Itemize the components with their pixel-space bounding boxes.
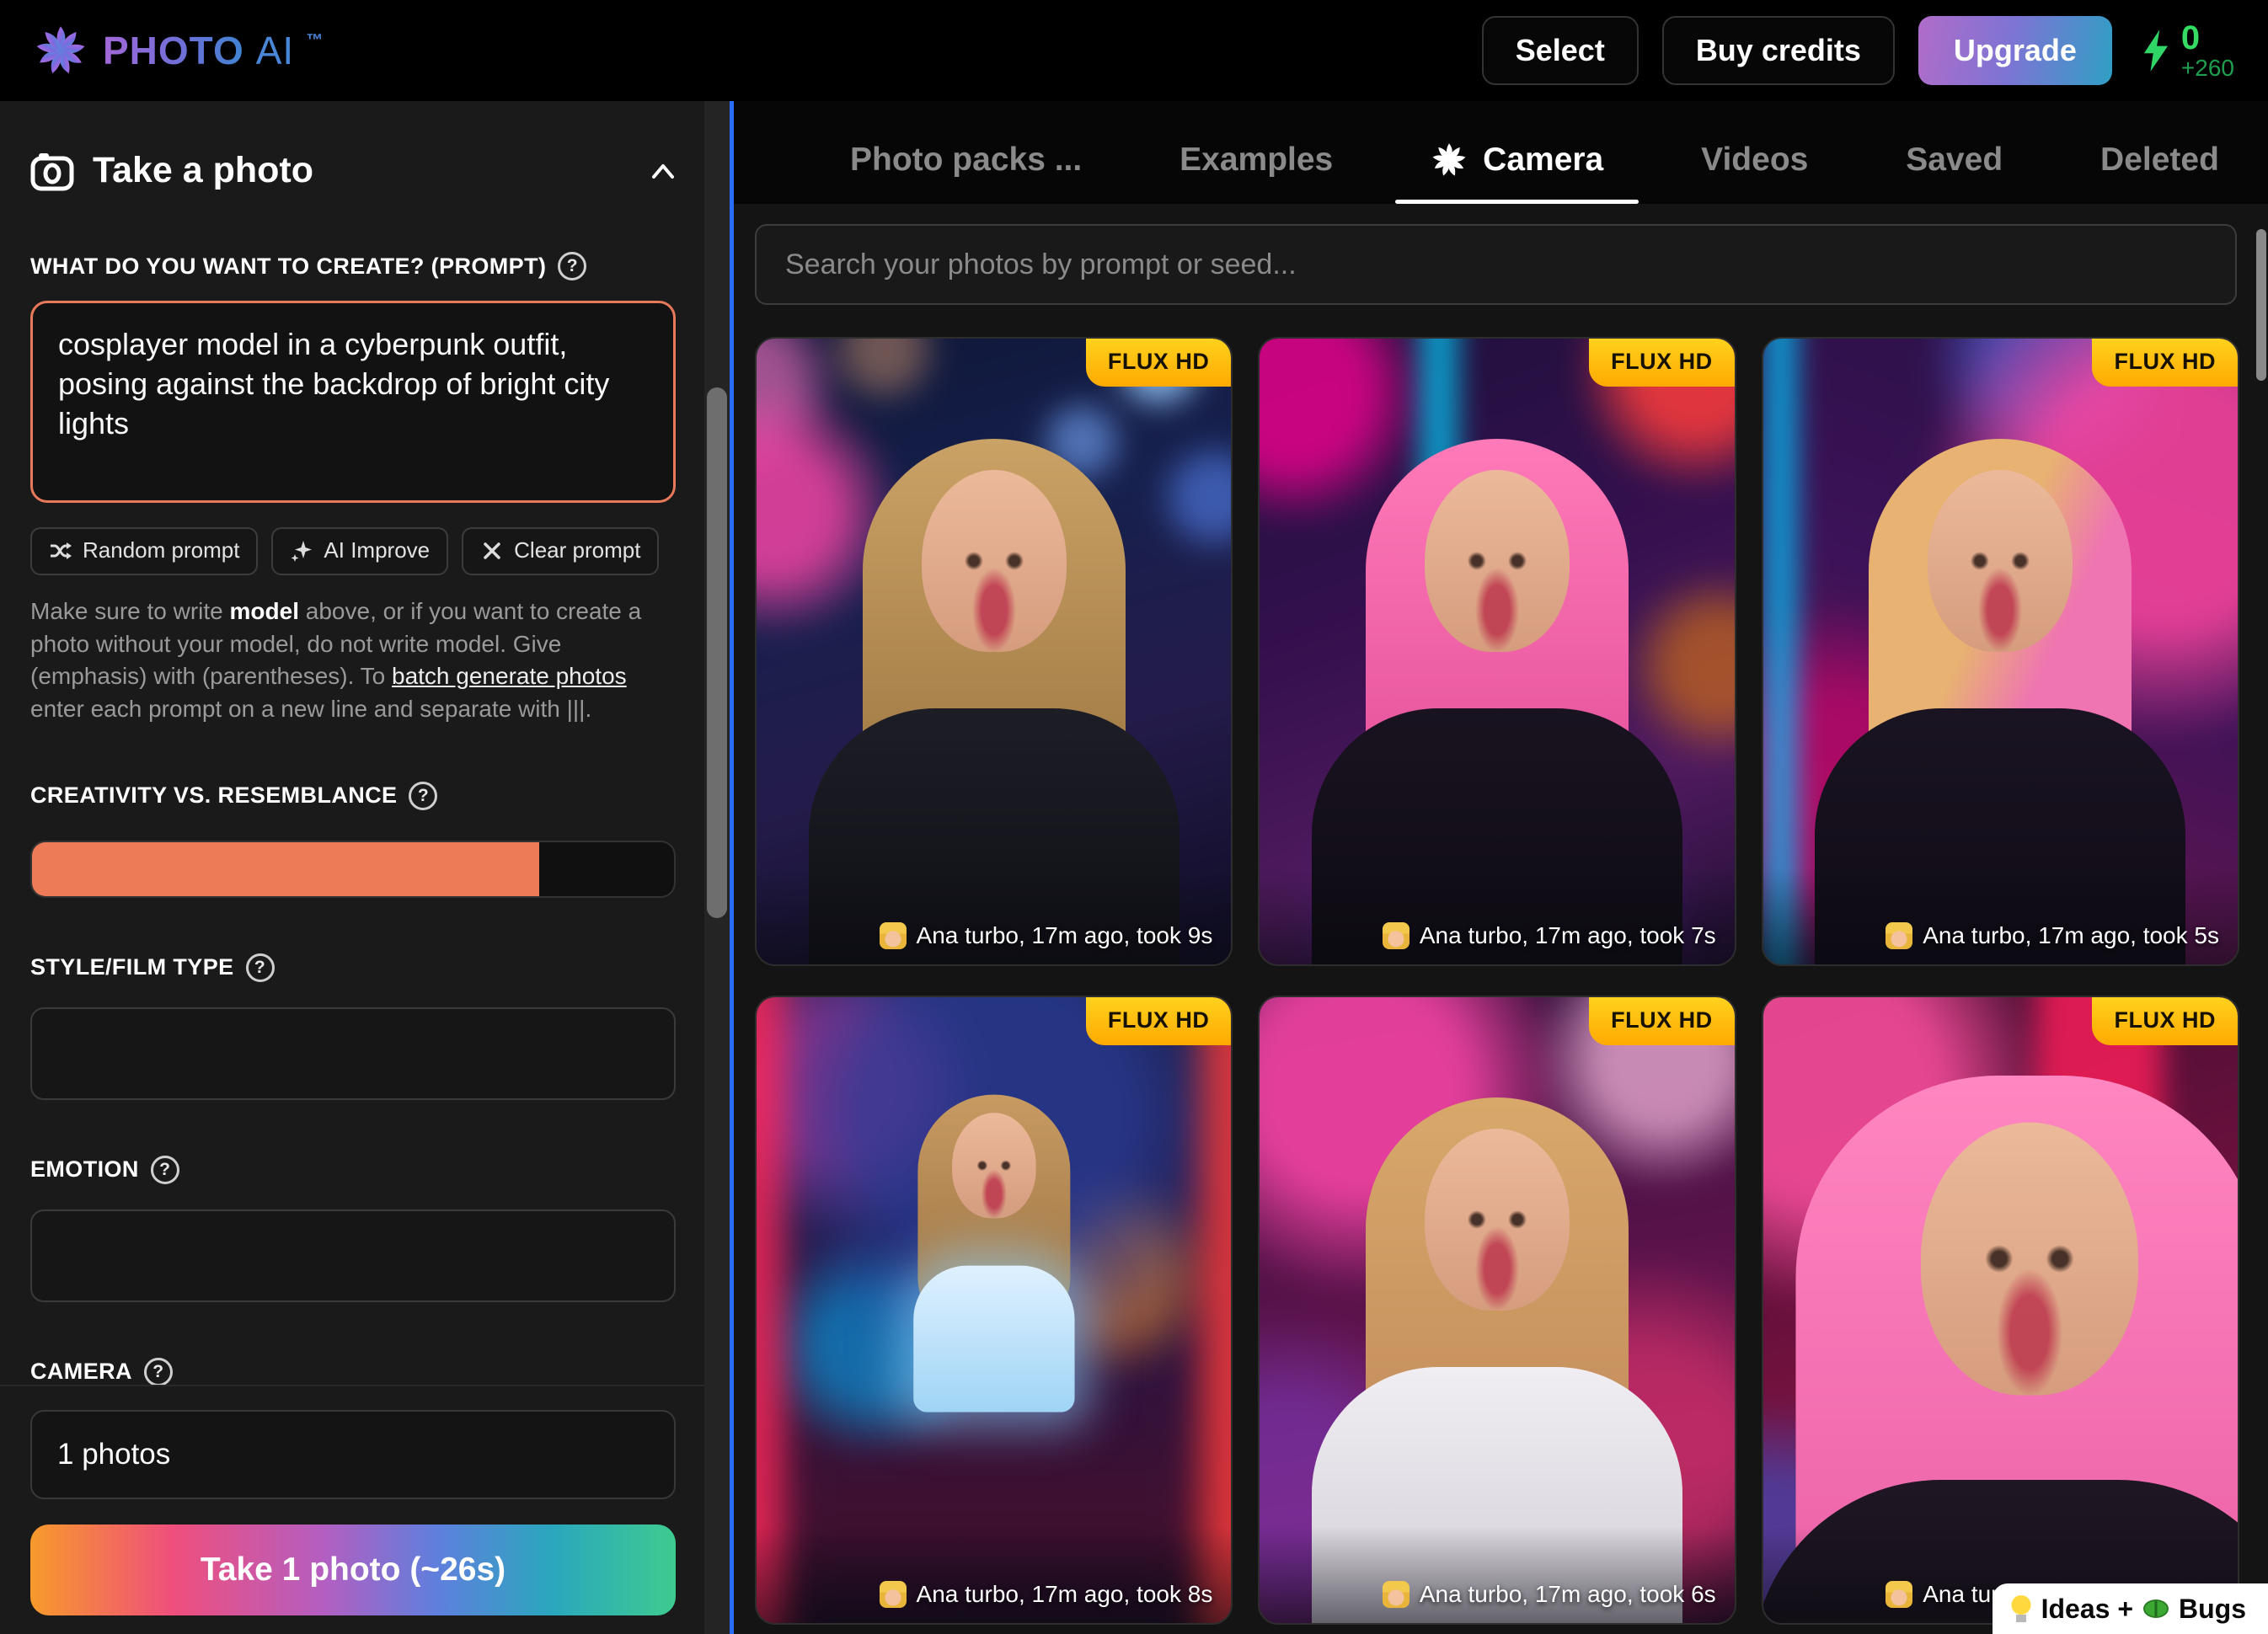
model-avatar-icon	[880, 1581, 907, 1608]
swirl-logo-icon	[34, 24, 88, 77]
flux-hd-badge: FLUX HD	[2092, 997, 2238, 1045]
lightbulb-icon	[2011, 1595, 2031, 1622]
lightning-bolt-icon	[2141, 29, 2171, 72]
clear-prompt-button[interactable]: Clear prompt	[462, 527, 659, 575]
shuffle-icon	[49, 539, 72, 563]
take-photo-button[interactable]: Take 1 photo (~26s)	[30, 1525, 676, 1615]
tab-deleted[interactable]: Deleted	[2100, 116, 2219, 204]
photoai-logo[interactable]: PHOTO AI ™	[34, 24, 324, 77]
flux-hd-badge: FLUX HD	[1589, 997, 1735, 1045]
creativity-help-icon[interactable]: ?	[409, 782, 437, 810]
take-photo-sidebar: Take a photo WHAT DO YOU WANT TO CREATE?…	[0, 101, 706, 1634]
random-prompt-button[interactable]: Random prompt	[30, 527, 258, 575]
photo-grid: FLUX HD Ana turbo, 17m ago, took 9s FLUX…	[755, 337, 2239, 1625]
logo-word-photo: PHOTO	[103, 28, 244, 73]
logo-trademark: ™	[306, 31, 324, 51]
batch-generate-link[interactable]: batch generate photos	[392, 663, 627, 689]
photo-card[interactable]: FLUX HD Ana turbo, 17m ago, took 7s	[1258, 337, 1736, 966]
credits-bonus: +260	[2181, 56, 2234, 80]
search-bar	[755, 224, 2237, 305]
camera-label-row: CAMERA ?	[30, 1358, 676, 1386]
tab-videos[interactable]: Videos	[1701, 116, 1808, 204]
ideas-label: Ideas +	[2041, 1594, 2133, 1625]
photo-count-select[interactable]: 1 photos	[30, 1410, 676, 1499]
prompt-textarea[interactable]: cosplayer model in a cyberpunk outfit, p…	[30, 301, 676, 503]
logo-wordmark: PHOTO AI ™	[103, 28, 324, 73]
model-avatar-icon	[1383, 922, 1409, 949]
photoai-app: PHOTO AI ™ Select Buy credits Upgrade 0 …	[0, 0, 2268, 1634]
bug-icon	[2143, 1599, 2169, 1618]
prompt-label-row: WHAT DO YOU WANT TO CREATE? (PROMPT) ?	[30, 252, 676, 280]
bugs-label: Bugs	[2179, 1594, 2246, 1625]
photo-card[interactable]: FLUX HD Ana turbo, 17m ago, took 8s	[755, 996, 1233, 1625]
photo-figure	[856, 1037, 1131, 1400]
tab-bar: Photo packs ... Examples	[850, 116, 2219, 204]
model-avatar-icon	[880, 922, 907, 949]
photo-card[interactable]: FLUX HD Ana turbo, 17m ago, took 5s	[1762, 337, 2239, 966]
photo-caption: Ana turbo, 17m ago, took 6s	[1260, 1569, 1734, 1623]
style-input[interactable]	[30, 1007, 676, 1100]
photo-caption: Ana turbo, 17m ago, took 7s	[1260, 910, 1734, 964]
main-scrollbar-thumb[interactable]	[2256, 229, 2266, 381]
app-header: PHOTO AI ™ Select Buy credits Upgrade 0 …	[0, 0, 2268, 101]
emotion-help-icon[interactable]: ?	[151, 1156, 179, 1184]
sparkles-icon	[290, 539, 313, 563]
creativity-slider-fill	[32, 842, 539, 896]
photo-caption: Ana turbo, 17m ago, took 8s	[757, 1569, 1231, 1623]
credits-count: 0	[2181, 20, 2200, 56]
select-button[interactable]: Select	[1482, 16, 1639, 85]
prompt-help-icon[interactable]: ?	[558, 252, 586, 280]
photo-card[interactable]: FLUX HD Ana turbo, 17m ago, took 6s	[1258, 996, 1736, 1625]
tab-photo-packs[interactable]: Photo packs ...	[850, 116, 1082, 204]
flux-hd-badge: FLUX HD	[1589, 339, 1735, 387]
sidebar-scroll-content: Take a photo WHAT DO YOU WANT TO CREATE?…	[0, 101, 706, 1385]
credits-indicator[interactable]: 0 +260	[2141, 20, 2234, 80]
model-avatar-icon	[1886, 922, 1912, 949]
creativity-label: CREATIVITY VS. RESEMBLANCE	[30, 782, 397, 809]
style-label-row: STYLE/FILM TYPE ?	[30, 953, 676, 982]
camera-label: CAMERA	[30, 1359, 132, 1385]
chevron-up-icon[interactable]	[650, 162, 676, 180]
gallery-main: Photo packs ... Examples	[734, 101, 2268, 1634]
close-icon	[480, 539, 504, 563]
prompt-helper-text: Make sure to write model above, or if yo…	[30, 595, 676, 726]
flux-hd-badge: FLUX HD	[2092, 339, 2238, 387]
photo-caption: Ana turbo, 17m ago, took 9s	[757, 910, 1231, 964]
prompt-label: WHAT DO YOU WANT TO CREATE? (PROMPT)	[30, 254, 546, 280]
creativity-slider[interactable]	[30, 841, 676, 898]
photo-card[interactable]: FLUX HD Ana turbo, 17m ago, took 9s	[755, 337, 1233, 966]
style-help-icon[interactable]: ?	[246, 953, 275, 982]
tab-saved[interactable]: Saved	[1906, 116, 2003, 204]
ai-improve-button[interactable]: AI Improve	[271, 527, 448, 575]
style-label: STYLE/FILM TYPE	[30, 954, 234, 980]
swirl-tab-icon	[1431, 142, 1468, 179]
panel-header[interactable]: Take a photo	[30, 150, 676, 191]
flux-hd-badge: FLUX HD	[1086, 997, 1232, 1045]
camera-help-icon[interactable]: ?	[144, 1358, 173, 1386]
model-avatar-icon	[1886, 1581, 1912, 1608]
tab-camera[interactable]: Camera	[1431, 116, 1603, 204]
search-input[interactable]	[755, 224, 2237, 305]
tab-examples[interactable]: Examples	[1179, 116, 1333, 204]
emotion-label: EMOTION	[30, 1156, 139, 1183]
ideas-bugs-badge[interactable]: Ideas + Bugs	[1993, 1583, 2268, 1634]
credits-values: 0 +260	[2181, 20, 2234, 80]
flux-hd-badge: FLUX HD	[1086, 339, 1232, 387]
buy-credits-button[interactable]: Buy credits	[1662, 16, 1895, 85]
emotion-label-row: EMOTION ?	[30, 1156, 676, 1184]
sidebar-scrollbar-thumb[interactable]	[707, 387, 727, 918]
logo-word-ai: AI	[256, 28, 294, 73]
prompt-actions: Random prompt AI Improve Clear prompt	[30, 527, 676, 575]
upgrade-button[interactable]: Upgrade	[1918, 16, 2112, 85]
photo-caption: Ana turbo, 17m ago, took 5s	[1763, 910, 2238, 964]
panel-title: Take a photo	[93, 150, 313, 191]
camera-icon	[30, 151, 74, 191]
sidebar-scrollbar[interactable]	[704, 101, 730, 1634]
sidebar-footer: 1 photos Take 1 photo (~26s)	[0, 1385, 706, 1634]
helper-model-word: model	[230, 598, 299, 624]
model-avatar-icon	[1383, 1581, 1409, 1608]
creativity-label-row: CREATIVITY VS. RESEMBLANCE ?	[30, 782, 676, 810]
photo-card[interactable]: FLUX HD Ana turbo, 17m ago, took 6s	[1762, 996, 2239, 1625]
emotion-input[interactable]	[30, 1209, 676, 1302]
